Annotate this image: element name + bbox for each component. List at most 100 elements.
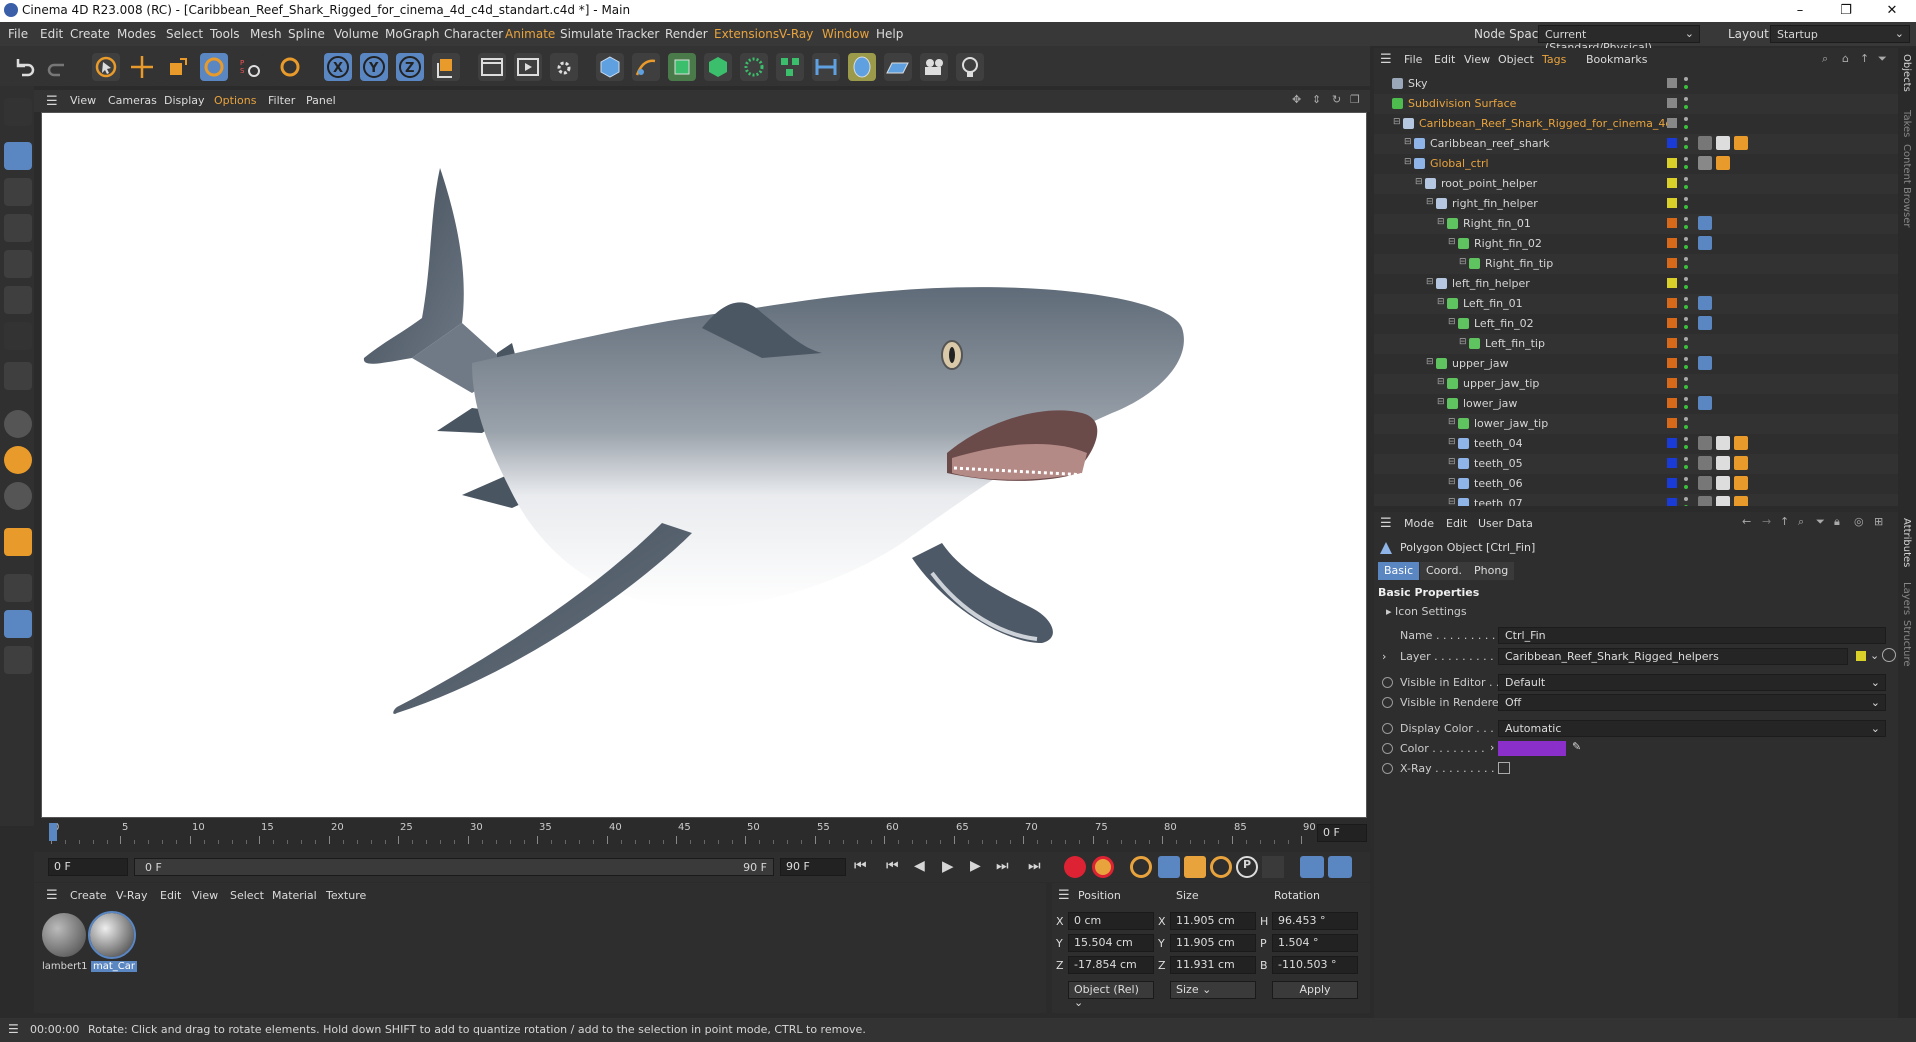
editor-visibility-dot[interactable] [1684,157,1688,161]
expand-toggle-icon[interactable]: ⊟ [1404,157,1412,167]
editor-visibility-dot[interactable] [1684,217,1688,221]
editor-visibility-dot[interactable] [1684,357,1688,361]
layer-color-swatch[interactable] [1667,218,1677,228]
snap-solo-icon[interactable] [4,410,32,438]
layer-color-swatch[interactable] [1667,358,1677,368]
display-tag-icon[interactable] [1698,156,1712,170]
up-arrow-icon[interactable]: ↑ [1860,52,1869,65]
render-visibility-dot[interactable] [1684,445,1688,449]
layer-color-swatch[interactable] [1667,478,1677,488]
object-row[interactable]: ⊟ upper_jaw [1374,354,1898,374]
menu-tracker[interactable]: Tracker [616,27,659,41]
menu-volume[interactable]: Volume [334,27,379,41]
texture-tag-icon[interactable] [1698,456,1712,470]
ik-tag-icon[interactable] [1698,316,1712,330]
timeline-scheme-icon[interactable] [1328,856,1352,878]
go-to-end-icon[interactable]: ⏭ [1028,858,1041,874]
ik-tag-icon[interactable] [1698,296,1712,310]
expand-toggle-icon[interactable]: ⊟ [1437,377,1445,387]
ik-tag-icon[interactable] [1698,236,1712,250]
menu-create[interactable]: Create [70,27,110,41]
mat-menu-select[interactable]: Select [230,889,264,902]
object-row[interactable]: ⊟ Left_fin_tip [1374,334,1898,354]
menu-render[interactable]: Render [665,27,708,41]
minimize-button[interactable]: – [1777,0,1823,22]
editor-visibility-dot[interactable] [1684,417,1688,421]
rotation-h-field[interactable]: 96.453 ° [1272,912,1358,930]
name-field[interactable]: Ctrl_Fin [1498,627,1886,644]
side-tab-attributes[interactable]: Attributes [1901,518,1912,567]
expand-toggle-icon[interactable]: ⊟ [1437,397,1445,407]
close-button[interactable]: ✕ [1869,0,1915,22]
render-visibility-dot[interactable] [1684,105,1688,109]
cloner-icon[interactable] [740,53,768,81]
lock-icon[interactable]: 🔒︎ [1834,515,1840,529]
expand-toggle-icon[interactable]: ⊟ [1448,437,1456,447]
menu-vray[interactable]: V-Ray [779,27,813,41]
editor-visibility-dot[interactable] [1684,117,1688,121]
timeline-ruler[interactable]: 051015202530354045505560657075808590 0 F [41,820,1367,852]
z-axis-lock-icon[interactable]: Z [396,53,424,81]
animate-radio-icon[interactable] [1382,743,1393,754]
editor-visibility-dot[interactable] [1684,457,1688,461]
layer-color-swatch[interactable] [1667,438,1677,448]
editor-visibility-dot[interactable] [1684,337,1688,341]
new-panel-icon[interactable]: ⊞ [1874,515,1883,528]
expand-toggle-icon[interactable]: ⊟ [1426,357,1434,367]
size-x-field[interactable]: 11.905 cm [1170,912,1256,930]
object-row[interactable]: ⊟ Caribbean_reef_shark [1374,134,1898,154]
object-row[interactable]: ⊟ upper_jaw_tip [1374,374,1898,394]
uvw-mode-icon[interactable] [4,322,32,350]
texture-tag-icon[interactable] [1734,456,1748,470]
object-row[interactable]: ⊟ root_point_helper [1374,174,1898,194]
object-row[interactable]: ⊟ teeth_04 [1374,434,1898,454]
scale-key-icon[interactable] [1184,856,1206,878]
mat-menu-vray[interactable]: V-Ray [116,889,148,902]
texture-tag-icon[interactable] [1716,476,1730,490]
texture-tag-icon[interactable] [1716,436,1730,450]
render-visibility-dot[interactable] [1684,285,1688,289]
expand-toggle-icon[interactable]: ⊟ [1459,337,1467,347]
expand-toggle-icon[interactable]: ⊟ [1437,217,1445,227]
position-x-field[interactable]: 0 cm [1068,912,1154,930]
size-z-field[interactable]: 11.931 cm [1170,956,1256,974]
scale-tool-icon[interactable] [164,53,192,81]
expand-toggle-icon[interactable]: ⊟ [1426,197,1434,207]
expand-toggle-icon[interactable]: ⊟ [1448,477,1456,487]
editor-visibility-dot[interactable] [1684,177,1688,181]
visible-renderer-select[interactable]: Off ⌄ [1498,694,1886,711]
frame-range-slider[interactable]: 0 F 90 F [134,858,774,876]
material-swatch-mat-car[interactable] [88,911,136,959]
filter-icon[interactable]: ⏷ [1816,515,1825,529]
side-tab-layers[interactable]: Layers [1901,582,1912,615]
mat-menu-edit[interactable]: Edit [160,889,181,902]
object-row[interactable]: Sky [1374,74,1898,94]
expand-toggle-icon[interactable]: ⊟ [1448,417,1456,427]
ik-tag-icon[interactable] [1698,396,1712,410]
render-visibility-dot[interactable] [1684,485,1688,489]
ik-tag-icon[interactable] [1698,216,1712,230]
locked-workplane-icon[interactable] [4,610,32,638]
display-color-select[interactable]: Automatic ⌄ [1498,720,1886,737]
points-mode-icon[interactable] [4,214,32,242]
om-menu-tags[interactable]: Tags [1542,53,1566,66]
object-row[interactable]: ⊟ Left_fin_02 [1374,314,1898,334]
menu-character[interactable]: Character [444,27,503,41]
menu-extensions[interactable]: Extensions [714,27,779,41]
menu-help[interactable]: Help [876,27,903,41]
object-row[interactable]: ⊟ Left_fin_01 [1374,294,1898,314]
forward-arrow-icon[interactable]: → [1762,515,1771,528]
search-icon[interactable]: ⌕ [1798,515,1804,529]
hamburger-icon[interactable]: ☰ [8,1022,19,1036]
render-visibility-dot[interactable] [1684,185,1688,189]
am-menu-user-data[interactable]: User Data [1478,517,1533,530]
om-menu-object[interactable]: Object [1498,53,1534,66]
color-swatch[interactable] [1498,741,1566,756]
end-frame-field[interactable]: 90 F [780,858,846,876]
light-bulb-icon[interactable] [956,53,984,81]
back-arrow-icon[interactable]: ← [1742,515,1751,528]
menu-animate[interactable]: Animate [505,27,555,41]
position-y-field[interactable]: 15.504 cm [1068,934,1154,952]
expand-toggle-icon[interactable]: ⊟ [1426,277,1434,287]
editor-visibility-dot[interactable] [1684,97,1688,101]
